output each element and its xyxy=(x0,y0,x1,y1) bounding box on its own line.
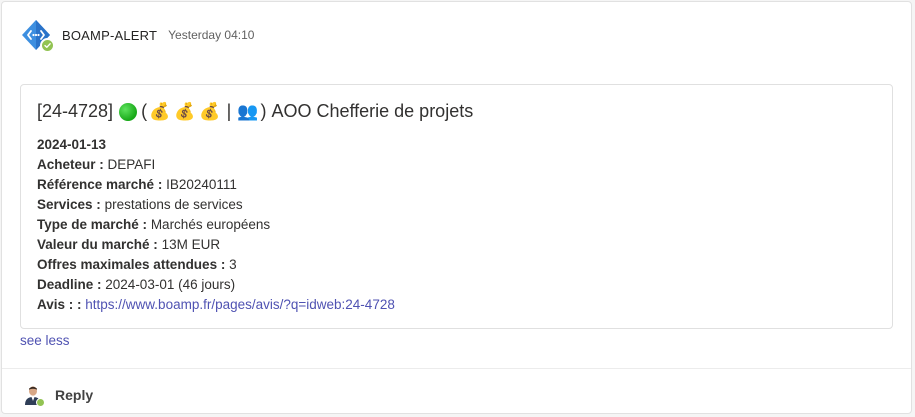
reply-label: Reply xyxy=(55,387,94,403)
field-deadline: Deadline : 2024-03-01 (46 jours) xyxy=(37,275,395,295)
field-value: 13M EUR xyxy=(161,237,221,252)
card-title-paren-close: ) xyxy=(260,101,267,121)
field-type: Type de marché : Marchés européens xyxy=(37,215,395,235)
presence-available-icon xyxy=(36,398,45,407)
message-header: BOAMP-ALERT Yesterday 04:10 xyxy=(20,18,255,53)
sender-avatar[interactable] xyxy=(20,19,55,53)
divider xyxy=(2,368,911,369)
see-less-link[interactable]: see less xyxy=(20,333,70,348)
card-title-ref: [24-4728] xyxy=(37,101,114,121)
field-value: Marchés européens xyxy=(150,217,271,232)
field-label: Avis : : xyxy=(37,297,82,312)
field-value: DEPAFI xyxy=(107,157,156,172)
field-reference: Référence marché : IB20240111 xyxy=(37,175,395,195)
money-bag-icon: 💰 xyxy=(199,101,221,121)
field-label: Acheteur : xyxy=(37,157,104,172)
field-value: 2024-03-01 (46 jours) xyxy=(105,277,236,292)
field-label: Services : xyxy=(37,197,101,212)
card-date: 2024-01-13 xyxy=(37,137,107,152)
people-icon: 👥 xyxy=(237,101,259,121)
card-fields: 2024-01-13 Acheteur : DEPAFI Référence m… xyxy=(37,135,395,315)
field-value: IB20240111 xyxy=(166,177,237,192)
card-title-text: AOO Chefferie de projets xyxy=(271,101,474,121)
field-valeur: Valeur du marché : 13M EUR xyxy=(37,235,395,255)
message-container: BOAMP-ALERT Yesterday 04:10 [24-4728] ( … xyxy=(1,1,912,414)
field-label: Offres maximales attendues : xyxy=(37,257,226,272)
presence-available-icon xyxy=(40,38,55,53)
field-label: Valeur du marché : xyxy=(37,237,158,252)
money-bag-icon: 💰 xyxy=(174,101,196,121)
message-timestamp: Yesterday 04:10 xyxy=(168,28,255,42)
sender-name[interactable]: BOAMP-ALERT xyxy=(62,28,157,43)
card-title-paren-open: ( xyxy=(141,101,148,121)
money-bag-icon: 💰 xyxy=(149,101,171,121)
field-label: Type de marché : xyxy=(37,217,148,232)
avis-link[interactable]: https://www.boamp.fr/pages/avis/?q=idweb… xyxy=(85,297,395,312)
field-label: Deadline : xyxy=(37,277,102,292)
reply-button[interactable]: Reply xyxy=(24,383,93,407)
field-value: 3 xyxy=(229,257,237,272)
field-offres: Offres maximales attendues : 3 xyxy=(37,255,395,275)
field-value: prestations de services xyxy=(104,197,243,212)
field-label: Référence marché : xyxy=(37,177,163,192)
alert-card: [24-4728] ( 💰 💰 💰 | 👥 ) AOO Chefferie de… xyxy=(20,84,893,329)
user-avatar xyxy=(24,385,45,407)
card-title: [24-4728] ( 💰 💰 💰 | 👥 ) AOO Chefferie de… xyxy=(37,101,473,122)
card-title-separator: | xyxy=(226,101,232,121)
field-avis: Avis : : https://www.boamp.fr/pages/avis… xyxy=(37,295,395,315)
green-circle-icon xyxy=(119,102,138,121)
field-acheteur: Acheteur : DEPAFI xyxy=(37,155,395,175)
field-services: Services : prestations de services xyxy=(37,195,395,215)
